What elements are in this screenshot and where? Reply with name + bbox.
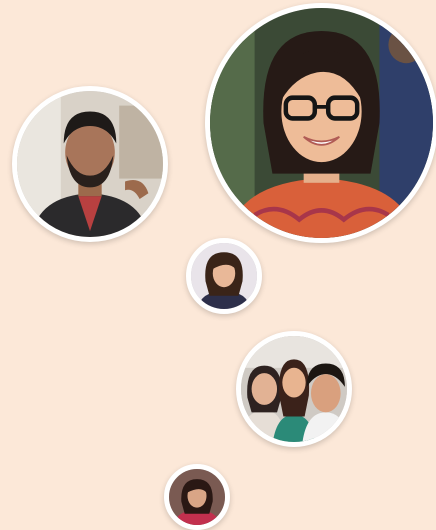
avatar-woman[interactable] — [205, 3, 436, 243]
user-photo-icon — [210, 8, 433, 238]
user-photo-icon — [191, 243, 257, 309]
avatar-small-woman-2[interactable] — [164, 464, 230, 530]
avatar-small-woman[interactable] — [186, 238, 262, 314]
avatar-man[interactable] — [12, 86, 168, 242]
user-photo-icon — [17, 91, 163, 237]
group-photo-icon — [241, 336, 347, 442]
avatar-group[interactable] — [236, 331, 352, 447]
user-photo-icon — [169, 469, 225, 525]
